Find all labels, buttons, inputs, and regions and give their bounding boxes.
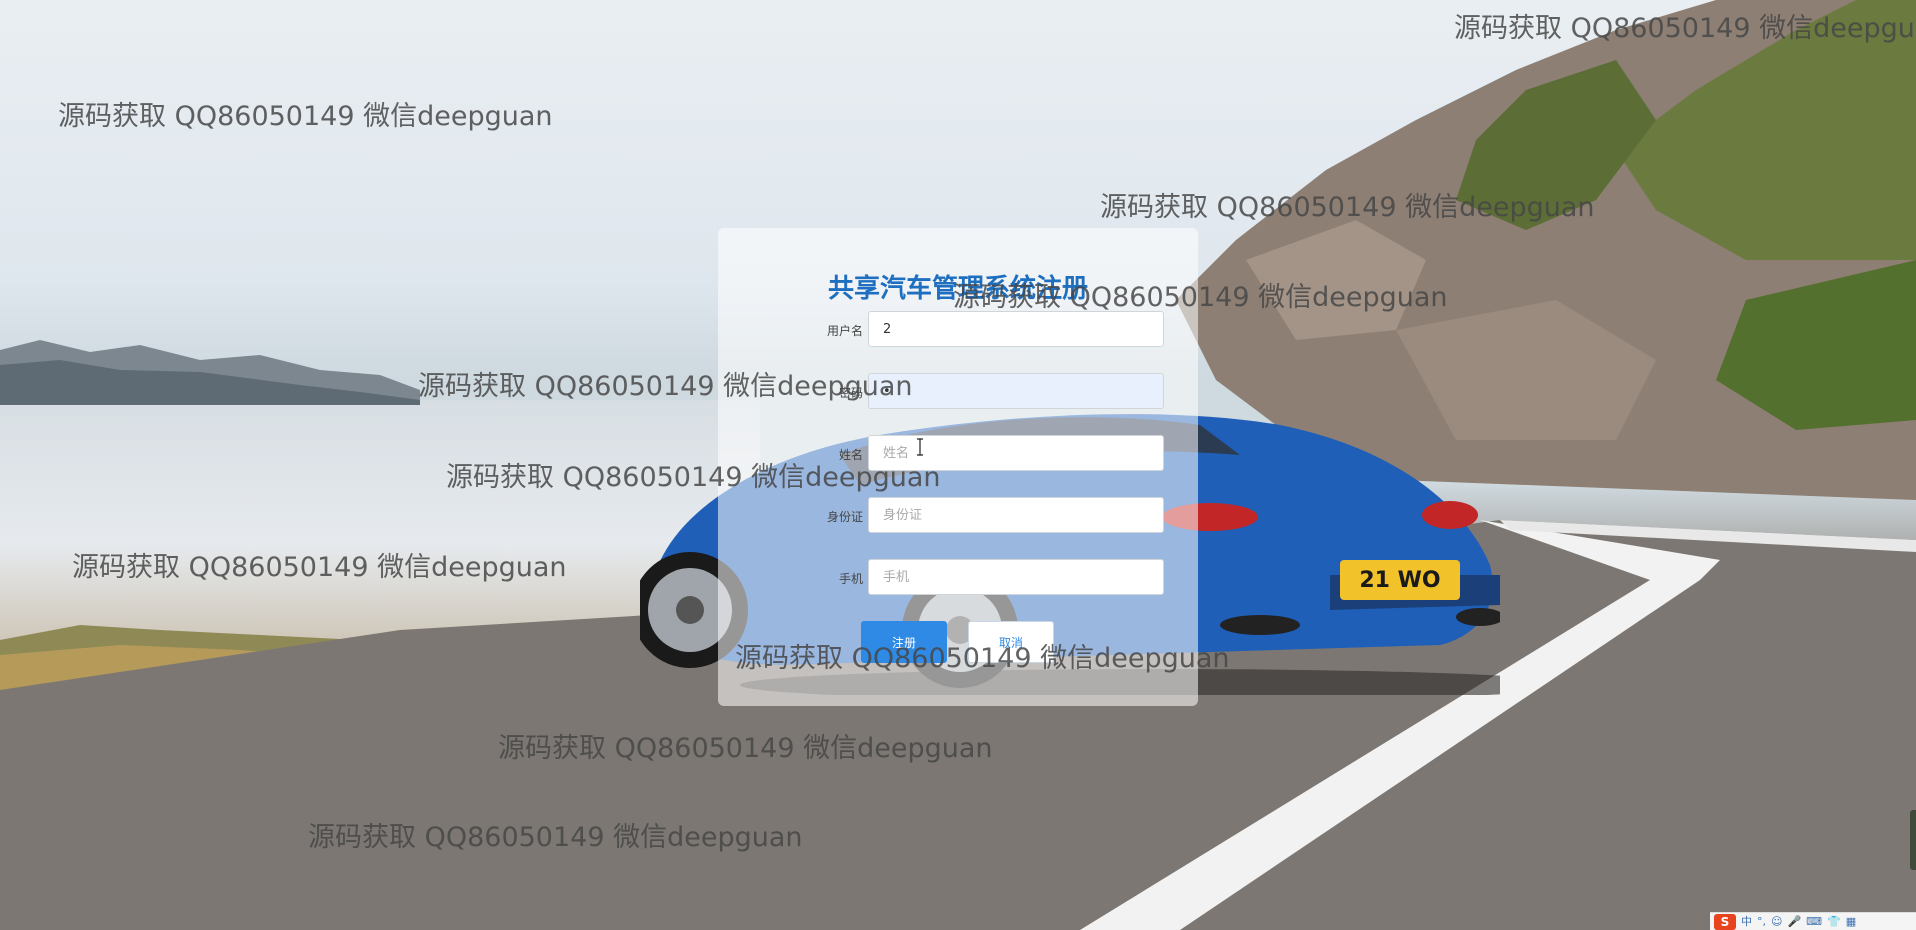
username-label: 用户名 — [826, 324, 863, 338]
text-cursor-icon — [917, 438, 923, 456]
ime-skin-icon[interactable]: 👕 — [1827, 914, 1841, 930]
username-row: 用户名 — [718, 311, 1198, 351]
name-label: 姓名 — [838, 448, 863, 462]
ime-toolbox-icon[interactable]: ▦ — [1846, 914, 1856, 930]
name-input[interactable] — [868, 435, 1164, 471]
password-input[interactable] — [868, 373, 1164, 409]
ime-voice-icon[interactable]: 🎤 — [1787, 914, 1801, 930]
phone-row: 手机 — [718, 559, 1198, 599]
id-card-label: 身份证 — [826, 510, 863, 524]
id-card-row: 身份证 — [718, 497, 1198, 537]
ime-logo-icon[interactable]: S — [1714, 913, 1736, 930]
page-title: 共享汽车管理系统注册 — [827, 274, 1088, 304]
phone-input[interactable] — [868, 559, 1164, 595]
ime-punctuation-icon[interactable]: °, — [1757, 914, 1766, 930]
register-button[interactable]: 注册 — [861, 621, 947, 663]
phone-label: 手机 — [838, 572, 863, 586]
ime-keyboard-icon[interactable]: ⌨ — [1806, 914, 1822, 930]
distant-hills — [0, 340, 420, 405]
id-card-input[interactable] — [868, 497, 1164, 533]
password-label: 密码 — [838, 386, 863, 400]
cancel-button[interactable]: 取消 — [968, 621, 1054, 663]
ime-emoji-icon[interactable]: ☺ — [1771, 914, 1782, 930]
username-input[interactable] — [868, 311, 1164, 347]
license-plate-text: 21 WO — [1359, 568, 1440, 593]
register-panel: 共享汽车管理系统注册 用户名 密码 姓名 身份证 手机 注册 取消 — [718, 228, 1198, 706]
name-row: 姓名 — [718, 435, 1198, 475]
password-row: 密码 — [718, 373, 1198, 413]
ime-language-toggle[interactable]: 中 — [1741, 914, 1752, 930]
side-edge-tab[interactable] — [1910, 810, 1916, 870]
ime-toolbar: S 中 °, ☺ 🎤 ⌨ 👕 ▦ — [1710, 912, 1916, 930]
